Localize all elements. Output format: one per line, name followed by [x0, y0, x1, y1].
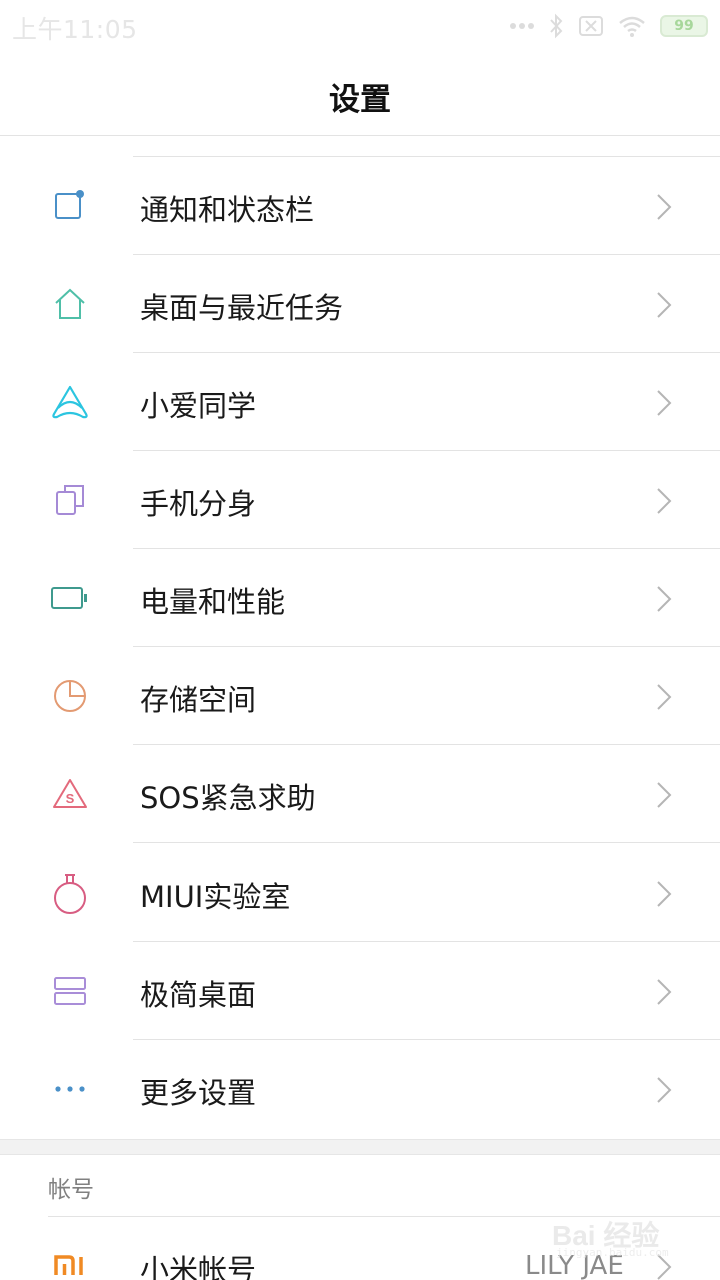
wifi-icon [618, 15, 646, 37]
settings-item-label: 更多设置 [140, 1076, 257, 1110]
settings-item-label: 通知和状态栏 [140, 193, 315, 227]
settings-item-sos[interactable]: S SOS紧急求助 [0, 745, 720, 843]
page-title: 设置 [329, 82, 391, 118]
chevron-right-icon [654, 880, 674, 908]
signal-dots-icon [510, 21, 534, 31]
chevron-right-icon [654, 389, 674, 417]
chevron-right-icon [654, 193, 674, 221]
chevron-right-icon [654, 487, 674, 515]
chevron-right-icon [654, 291, 674, 319]
section-separator [0, 1139, 720, 1155]
bluetooth-icon [548, 13, 564, 39]
settings-item-label: 存储空间 [140, 683, 257, 717]
settings-item-label: 小米帐号 [140, 1253, 257, 1280]
settings-item-label: SOS紧急求助 [140, 781, 316, 815]
divider [133, 842, 720, 843]
chevron-right-icon [654, 781, 674, 809]
notification-icon [48, 184, 92, 228]
settings-item-label: 手机分身 [140, 487, 257, 521]
settings-item-xiaoai[interactable]: 小爱同学 [0, 353, 720, 451]
status-time: 上午11:05 [12, 15, 138, 44]
battery-indicator: 99 [660, 15, 708, 37]
settings-item-storage[interactable]: 存储空间 [0, 647, 720, 745]
chevron-right-icon [654, 683, 674, 711]
storage-pie-icon [48, 674, 92, 718]
settings-item-label: 小爱同学 [140, 389, 257, 423]
settings-item-notifications[interactable]: 通知和状态栏 [0, 157, 720, 255]
battery-icon [48, 576, 92, 620]
simple-desktop-icon [48, 969, 92, 1013]
settings-item-label: MIUI实验室 [140, 880, 291, 914]
lab-flask-icon [48, 871, 92, 915]
chevron-right-icon [654, 585, 674, 613]
dual-phone-icon [48, 478, 92, 522]
xiaoai-icon [48, 380, 92, 424]
sos-icon: S [48, 772, 92, 816]
section-header-account: 帐号 [48, 1177, 94, 1203]
watermark-sub: jingyan.baidu.com [556, 1246, 669, 1259]
settings-item-dual-phone[interactable]: 手机分身 [0, 451, 720, 549]
settings-item-label: 桌面与最近任务 [140, 291, 344, 325]
no-sim-icon [578, 15, 604, 37]
settings-item-battery[interactable]: 电量和性能 [0, 549, 720, 647]
more-dots-icon [48, 1067, 92, 1111]
settings-item-label: 极简桌面 [140, 978, 257, 1012]
status-icons: 99 [510, 12, 708, 40]
settings-item-more[interactable]: 更多设置 [0, 1040, 720, 1138]
title-bar: 设置 [0, 52, 720, 136]
chevron-right-icon [654, 1076, 674, 1104]
chevron-right-icon [654, 978, 674, 1006]
home-icon [48, 282, 92, 326]
settings-item-miui-lab[interactable]: MIUI实验室 [0, 844, 720, 942]
mi-logo-icon [48, 1244, 92, 1280]
status-bar: 上午11:05 99 [0, 0, 720, 52]
svg-text:S: S [66, 791, 75, 806]
baidu-watermark: Bai 经验 jingyan.baidu.com [552, 1200, 692, 1270]
settings-item-desktop[interactable]: 桌面与最近任务 [0, 255, 720, 353]
settings-item-simple-desktop[interactable]: 极简桌面 [0, 942, 720, 1040]
settings-item-label: 电量和性能 [140, 585, 286, 619]
